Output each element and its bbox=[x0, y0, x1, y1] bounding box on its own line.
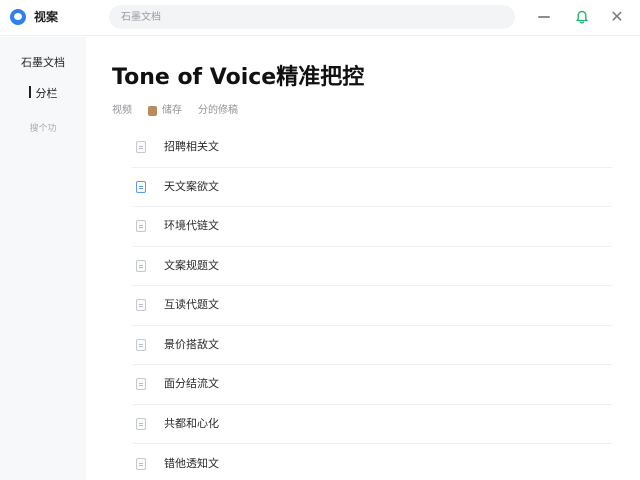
list-item[interactable]: 文案规题文 bbox=[132, 247, 612, 286]
sidebar-item-columns[interactable]: 分栏 bbox=[0, 86, 86, 102]
document-icon bbox=[136, 299, 146, 312]
list-item[interactable]: 互读代题文 bbox=[132, 286, 612, 326]
document-icon bbox=[136, 417, 146, 430]
document-title: 共都和心化 bbox=[164, 416, 219, 430]
sidebar-item-docs[interactable]: 石墨文档 bbox=[0, 55, 86, 71]
document-title: 天文案欲文 bbox=[164, 179, 219, 193]
list-item[interactable]: 环境代链文 bbox=[132, 207, 612, 247]
document-icon bbox=[136, 378, 146, 391]
document-icon bbox=[136, 338, 146, 351]
list-item[interactable]: 面分结流文 bbox=[132, 365, 612, 405]
list-item[interactable]: 天文案欲文 bbox=[132, 168, 612, 207]
document-icon bbox=[136, 259, 146, 272]
meta-folder[interactable]: 储存 bbox=[148, 104, 182, 118]
document-title: 招聘相关文 bbox=[164, 140, 219, 154]
close-icon[interactable]: ✕ bbox=[608, 8, 626, 26]
page-meta: 视频 储存 分的修稿 bbox=[112, 104, 254, 118]
brand[interactable]: 视案 bbox=[10, 9, 58, 25]
document-title: 环境代链文 bbox=[164, 219, 219, 233]
meta-folder-label: 储存 bbox=[162, 105, 182, 116]
document-title: 面分结流文 bbox=[164, 377, 219, 391]
list-item[interactable]: 招聘相关文 bbox=[132, 128, 612, 168]
document-icon bbox=[136, 220, 146, 233]
bell-icon[interactable] bbox=[573, 8, 591, 26]
document-list: 招聘相关文 天文案欲文 环境代链文 文案规题文 互读代题文 景价搭敌文 面分结流… bbox=[132, 128, 612, 480]
document-title: 景价搭敌文 bbox=[164, 337, 219, 351]
more-icon[interactable] bbox=[535, 8, 553, 26]
search-bar[interactable] bbox=[109, 5, 515, 30]
meta-updated: 分的修稿 bbox=[198, 105, 238, 116]
list-item[interactable]: 共都和心化 bbox=[132, 405, 612, 444]
document-icon bbox=[136, 457, 146, 470]
brand-logo-icon bbox=[10, 9, 26, 25]
meta-owner: 视频 bbox=[112, 105, 132, 116]
document-title: 互读代题文 bbox=[164, 298, 219, 312]
list-item[interactable]: 景价搭敌文 bbox=[132, 326, 612, 365]
app-name: 视案 bbox=[34, 10, 59, 24]
sidebar: 石墨文档 分栏 搜个功 bbox=[0, 37, 86, 480]
document-icon bbox=[136, 141, 146, 154]
search-input[interactable] bbox=[121, 5, 501, 30]
document-title: 文案规题文 bbox=[164, 258, 219, 272]
folder-icon bbox=[148, 106, 157, 116]
document-icon bbox=[136, 180, 146, 193]
document-title: 错他透知文 bbox=[164, 456, 219, 470]
top-bar: 视案 ✕ bbox=[0, 0, 640, 36]
sidebar-item-search[interactable]: 搜个功 bbox=[0, 121, 86, 137]
list-item[interactable]: 错他透知文 bbox=[132, 444, 612, 480]
page-title: Tone of Voice精准把控 bbox=[112, 65, 365, 90]
